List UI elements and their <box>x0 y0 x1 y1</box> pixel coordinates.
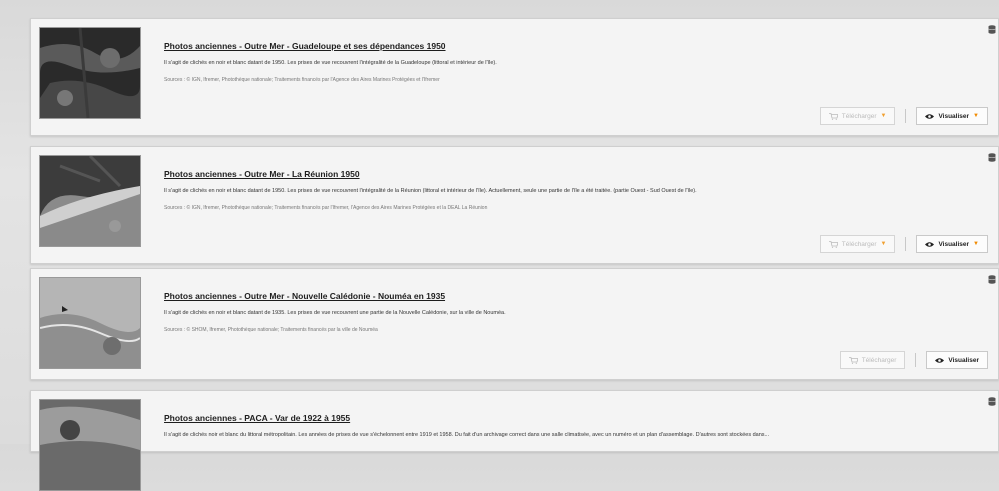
view-button[interactable]: Visualiser ▼ <box>916 107 988 125</box>
view-label: Visualiser <box>948 356 979 364</box>
dataset-description: Il s'agit de clichés en noir et blanc da… <box>164 310 506 316</box>
dataset-description: Il s'agit de clichés en noir et blanc da… <box>164 188 697 194</box>
dataset-thumbnail[interactable] <box>39 155 141 247</box>
dataset-actions: Télécharger Visualiser <box>839 351 988 369</box>
dataset-title-link[interactable]: Photos anciennes - Outre Mer - Guadeloup… <box>164 41 446 51</box>
dataset-actions: Télécharger ▼ Visualiser ▼ <box>819 107 988 125</box>
divider <box>915 353 917 367</box>
dataset-description: Il s'agit de clichés en noir et blanc da… <box>164 60 497 66</box>
database-icon <box>988 275 996 284</box>
eye-icon <box>935 357 945 363</box>
database-icon <box>988 153 996 162</box>
dataset-title-link[interactable]: Photos anciennes - PACA - Var de 1922 à … <box>164 413 350 423</box>
chevron-down-icon: ▼ <box>973 113 979 119</box>
dataset-description: Il s'agit de clichés noir et blanc du li… <box>164 432 770 438</box>
dataset-thumbnail[interactable] <box>39 277 141 369</box>
eye-icon <box>925 241 935 247</box>
download-label: Télécharger <box>841 240 877 248</box>
divider <box>905 109 907 123</box>
dataset-title-link[interactable]: Photos anciennes - Outre Mer - La Réunio… <box>164 169 360 179</box>
dataset-card: Photos anciennes - Outre Mer - Nouvelle … <box>30 268 999 380</box>
dataset-actions: Télécharger ▼ Visualiser ▼ <box>819 235 988 253</box>
cart-icon <box>828 112 838 120</box>
eye-icon <box>925 113 935 119</box>
dataset-thumbnail[interactable] <box>39 27 141 119</box>
view-button[interactable]: Visualiser ▼ <box>916 235 988 253</box>
view-label: Visualiser <box>938 240 970 248</box>
dataset-sources: Sources : © SHOM, Ifremer, Photothèque n… <box>164 327 378 333</box>
download-button[interactable]: Télécharger ▼ <box>819 107 896 125</box>
dataset-card: Photos anciennes - PACA - Var de 1922 à … <box>30 390 999 491</box>
cart-icon <box>828 240 838 248</box>
download-button[interactable]: Télécharger <box>839 351 906 369</box>
view-label: Visualiser <box>938 112 970 120</box>
dataset-card: Photos anciennes - Outre Mer - La Réunio… <box>30 146 999 264</box>
database-icon <box>988 397 996 406</box>
view-button[interactable]: Visualiser <box>926 351 988 369</box>
dataset-sources: Sources : © IGN, Ifremer, Photothèque na… <box>164 205 488 211</box>
database-icon <box>988 25 996 34</box>
download-label: Télécharger <box>861 356 897 364</box>
download-label: Télécharger <box>841 112 877 120</box>
chevron-down-icon: ▼ <box>880 241 887 247</box>
divider <box>905 237 907 251</box>
dataset-title-link[interactable]: Photos anciennes - Outre Mer - Nouvelle … <box>164 291 445 301</box>
download-button[interactable]: Télécharger ▼ <box>819 235 896 253</box>
dataset-list: Photos anciennes - Outre Mer - Guadeloup… <box>30 18 999 491</box>
cart-icon <box>848 356 858 364</box>
dataset-thumbnail[interactable] <box>39 399 141 491</box>
dataset-card: Photos anciennes - Outre Mer - Guadeloup… <box>30 18 999 136</box>
chevron-down-icon: ▼ <box>973 241 979 247</box>
dataset-sources: Sources : © IGN, Ifremer, Photothèque na… <box>164 77 440 83</box>
chevron-down-icon: ▼ <box>880 113 887 119</box>
